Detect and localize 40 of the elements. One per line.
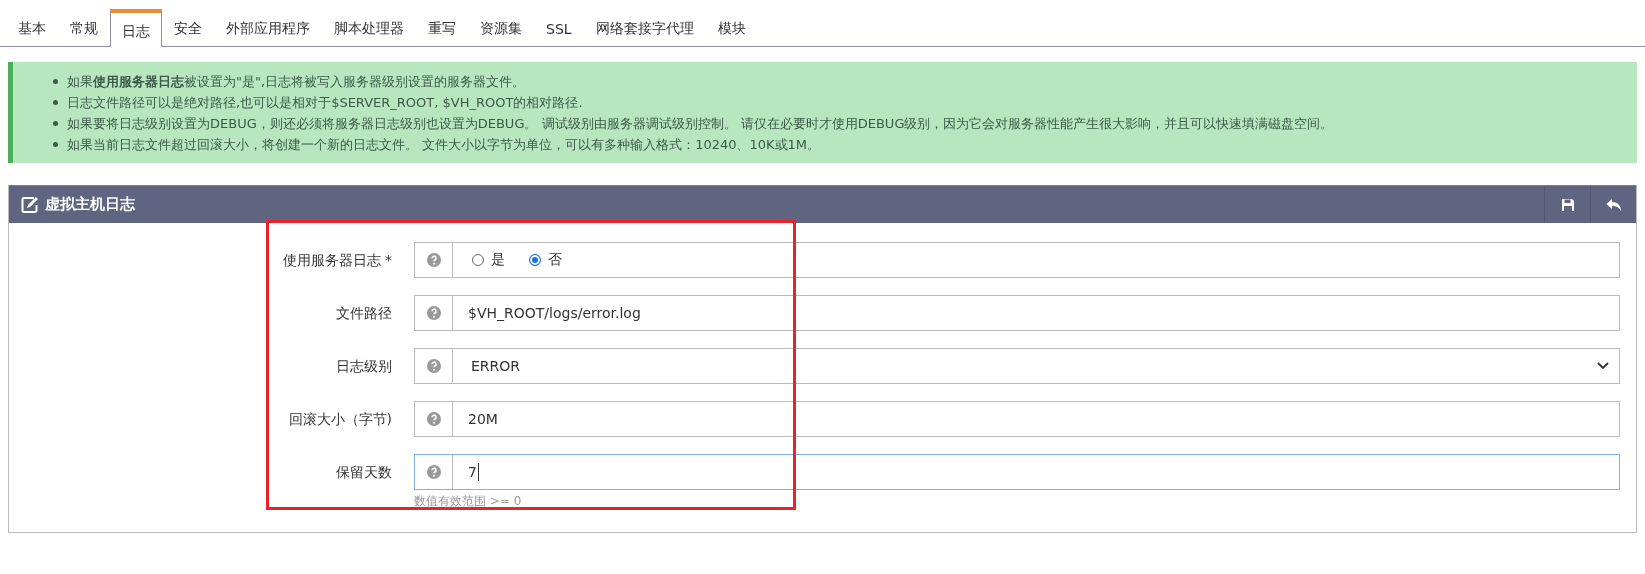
dropdown[interactable]: ERROR [414,348,1620,384]
bullet-icon [53,142,58,147]
tab[interactable]: 重写 [416,11,468,47]
tab[interactable]: 安全 [162,11,214,47]
help-icon[interactable] [426,359,441,373]
radio-option[interactable]: 否 [529,251,562,269]
note-text: 日志文件路径可以是绝对路径,也可以是相对于$SERVER_ROOT, $VH_ROOT的相对路径. [67,94,583,112]
tab[interactable]: 外部应用程序 [214,11,322,47]
field-label: 日志级别 [335,357,393,376]
reply-arrow-icon [1605,197,1622,212]
field-label: 保留天数 [335,463,393,482]
tab[interactable]: 基本 [6,11,58,47]
note-text: 如果使用服务器日志被设置为"是",日志将被写入服务器级别设置的服务器文件。 [67,73,526,91]
hint-text: 数值有效范围 >= 0 [414,493,523,510]
input-field[interactable]: 7 [414,454,1620,490]
tab[interactable]: 日志 [110,9,162,47]
bullet-icon [53,100,58,105]
tab[interactable]: 资源集 [468,11,534,47]
tab[interactable]: SSL [534,11,584,47]
input-field[interactable]: $VH_ROOT/logs/error.log [414,295,1620,331]
help-icon[interactable] [426,306,441,320]
help-icon[interactable] [426,253,441,267]
chevron-down-icon [1597,362,1609,370]
note-text: 如果要将日志级别设置为DEBUG，则还必须将服务器日志级别也设置为DEBUG。 调试级别由服务器调试级别控制。 请仅在必要时才使用DEBUG级别，因为它会对服务器性能产生很大影响，并且可以快速填满磁盘空间。 [67,115,1334,133]
radio-option[interactable]: 是 [472,251,505,269]
bullet-icon [53,121,58,126]
help-icon[interactable] [426,412,441,426]
field-label: 回滚大小（字节) [287,410,393,429]
tab[interactable]: 模块 [705,11,758,47]
input-field[interactable]: 20M [414,401,1620,437]
field-label: 使用服务器日志 * [281,251,393,270]
help-icon[interactable] [426,465,441,479]
panel-title: 虚拟主机日志 [45,195,135,214]
edit-icon [21,195,39,214]
field-label: 文件路径 [335,304,393,323]
tab[interactable]: 网络套接字代理 [583,11,706,47]
note-text: 如果当前日志文件超过回滚大小，将创建一个新的日志文件。 文件大小以字节为单位，可以有多种输入格式：10240、10K或1M。 [67,136,821,154]
tab[interactable]: 脚本处理器 [322,11,416,47]
bullet-icon [53,79,58,84]
tab[interactable]: 常规 [58,11,110,47]
